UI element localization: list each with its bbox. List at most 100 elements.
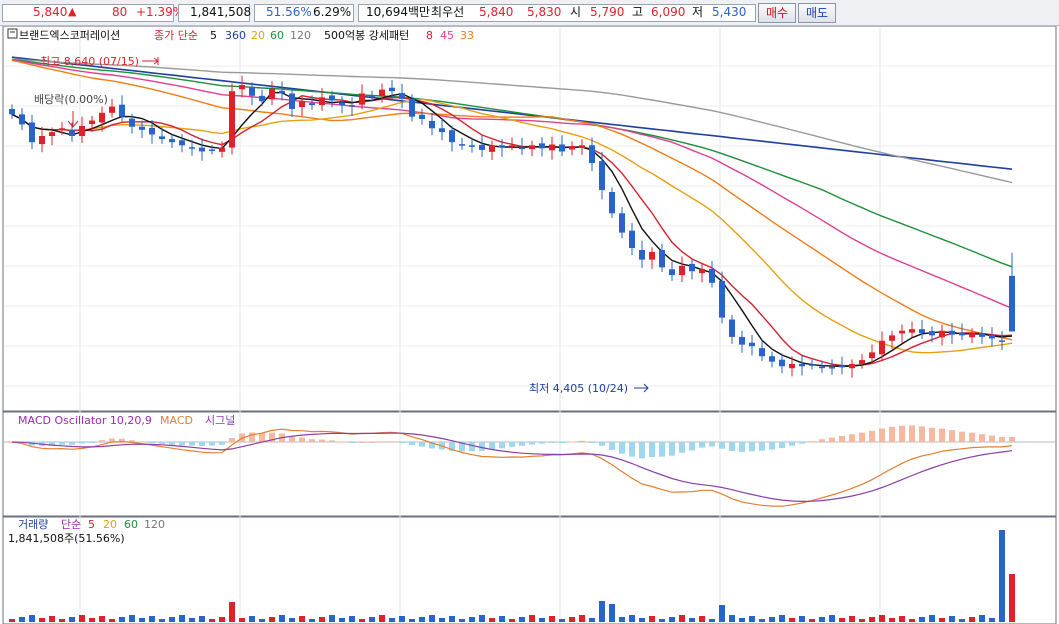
volume-bar [999,530,1005,622]
macd-oscillator-bar [519,442,525,446]
macd-oscillator-bar [419,442,425,447]
best-bid: 5,830 [527,5,562,19]
buy-button[interactable]: 매수 [758,3,796,23]
macd-oscillator-bar [989,435,995,442]
low-label: 저 [692,5,704,19]
volume-bar [449,616,455,622]
candle-body [739,336,745,345]
candle-body [479,144,485,150]
candle-body [889,335,895,341]
volume-bar [649,616,655,622]
candle-body [489,145,495,152]
volume-label: 거래량 [18,518,48,531]
candle-body [779,359,785,367]
volume-bar [729,615,735,622]
candle-body [149,127,155,135]
macd-oscillator-bar [659,442,665,457]
macd-oscillator-bar [729,442,735,451]
candle-body [159,136,165,140]
volume-bar [49,616,55,622]
volume-bar [899,616,905,622]
ma-param-120: 120 [290,29,311,42]
macd-oscillator-bar [289,436,295,442]
candle-body [279,90,285,94]
volume-bar [109,619,115,622]
candle-body [259,95,265,102]
macd-oscillator-bar [699,442,705,448]
macd-oscillator-bar [89,442,95,443]
sell-button[interactable]: 매도 [798,3,836,23]
candle-body [519,147,525,150]
volume-bar [859,619,865,622]
macd-oscillator-bar [509,442,515,447]
macd-oscillator-bar [69,442,75,445]
candle-body [399,93,405,99]
candle-body [909,329,915,333]
volume-bar [59,619,65,622]
macd-oscillator-bar [869,430,875,442]
candle-body [69,130,75,136]
macd-oscillator-bar [669,442,675,456]
volume-bar [679,615,685,622]
candle-body [839,365,845,368]
macd-oscillator-bar [929,427,935,442]
macd-oscillator-bar [99,440,105,442]
ma-param-60: 60 [270,29,284,42]
ma-param-5: 5 [210,29,217,42]
macd-oscillator-bar [399,442,405,443]
candle-body [679,265,685,276]
candle-body [289,93,295,109]
macd-oscillator-bar [779,442,785,449]
macd-oscillator-bar [909,425,915,442]
candle-body [529,145,535,150]
macd-oscillator-bar [469,442,475,452]
volume-bar [799,616,805,622]
volume-bar [299,616,305,622]
macd-oscillator-bar [229,438,235,442]
candle-body [809,364,815,366]
vol-param-5: 5 [88,518,95,531]
candle-body [639,249,645,260]
macd-oscillator-bar [79,442,85,444]
volume-bar [599,601,605,622]
price-change: 80 [112,5,128,19]
current-price: 5,840 [33,5,68,19]
volume-bar [199,616,205,622]
candle-body [359,93,365,105]
vol-param-60: 60 [124,518,138,531]
candle-body [619,213,625,233]
open-price: 5,790 [590,5,625,19]
volume-bar [959,619,965,622]
candle-body [499,145,505,148]
candle-body [139,126,145,130]
volume-bar [789,618,795,622]
volume-bar [969,617,975,622]
macd-oscillator-bar [609,442,615,450]
candle-body [649,251,655,260]
volume-bar [39,618,45,622]
volume-bar [459,619,465,622]
volume-bar [549,616,555,622]
macd-oscillator-bar [209,442,215,446]
candle-body [19,114,25,125]
macd-oscillator-bar [529,442,535,445]
candle-body [339,102,345,106]
chart-settings-icon[interactable] [7,28,18,39]
macd-oscillator-bar [629,442,635,457]
volume-bar [399,616,405,622]
volume-bar [759,619,765,622]
volume-bar [249,616,255,622]
stock-chart: 브랜드엑스코퍼레이션 종가 단순 5 360 20 60 120 500억봉 강… [2,26,1057,624]
candle-body [959,332,965,336]
vol-param-120: 120 [144,518,165,531]
dividend-annotation: 배당락(0.00%) [34,93,108,106]
candle-body [919,329,925,334]
candle-body [749,342,755,347]
volume-bar [529,615,535,622]
candle-body [629,230,635,249]
macd-oscillator-bar [919,426,925,442]
pattern-label: 500억봉 강세패턴 [324,29,409,42]
vol-param-20: 20 [103,518,117,531]
volume-bar [559,619,565,622]
candle-body [849,363,855,369]
